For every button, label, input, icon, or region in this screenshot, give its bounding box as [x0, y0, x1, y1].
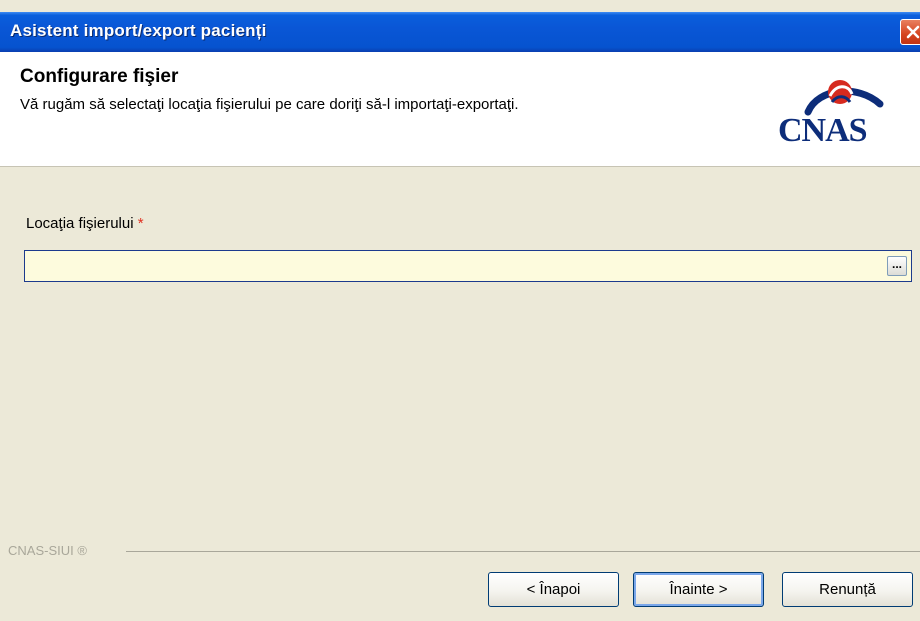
close-button[interactable]	[900, 19, 920, 45]
window-title: Asistent import/export pacienți	[10, 21, 267, 40]
wizard-header: Configurare fişier Vă rugăm să selectaţi…	[0, 52, 920, 167]
browse-button[interactable]: ...	[887, 256, 907, 276]
file-location-input[interactable]	[24, 250, 912, 282]
page-title: Configurare fişier	[20, 66, 179, 87]
footer-brand: CNAS-SIUI ®	[8, 543, 87, 558]
file-location-label: Locaţia fişierului *	[26, 215, 144, 232]
required-marker: *	[137, 215, 144, 232]
cancel-button[interactable]: Renunță	[782, 572, 913, 607]
next-button[interactable]: Înainte >	[633, 572, 764, 607]
title-bar[interactable]: Asistent import/export pacienți	[0, 12, 920, 52]
page-description: Vă rugăm să selectaţi locaţia fişierului…	[20, 96, 519, 113]
footer-divider	[126, 551, 920, 552]
import-export-wizard-window: Asistent import/export pacienți Configur…	[0, 0, 920, 621]
file-location-label-text: Locaţia fişierului	[26, 215, 134, 232]
close-icon	[906, 25, 920, 39]
back-button[interactable]: < Înapoi	[488, 572, 619, 607]
cnas-logo-text: CNAS	[778, 112, 868, 149]
